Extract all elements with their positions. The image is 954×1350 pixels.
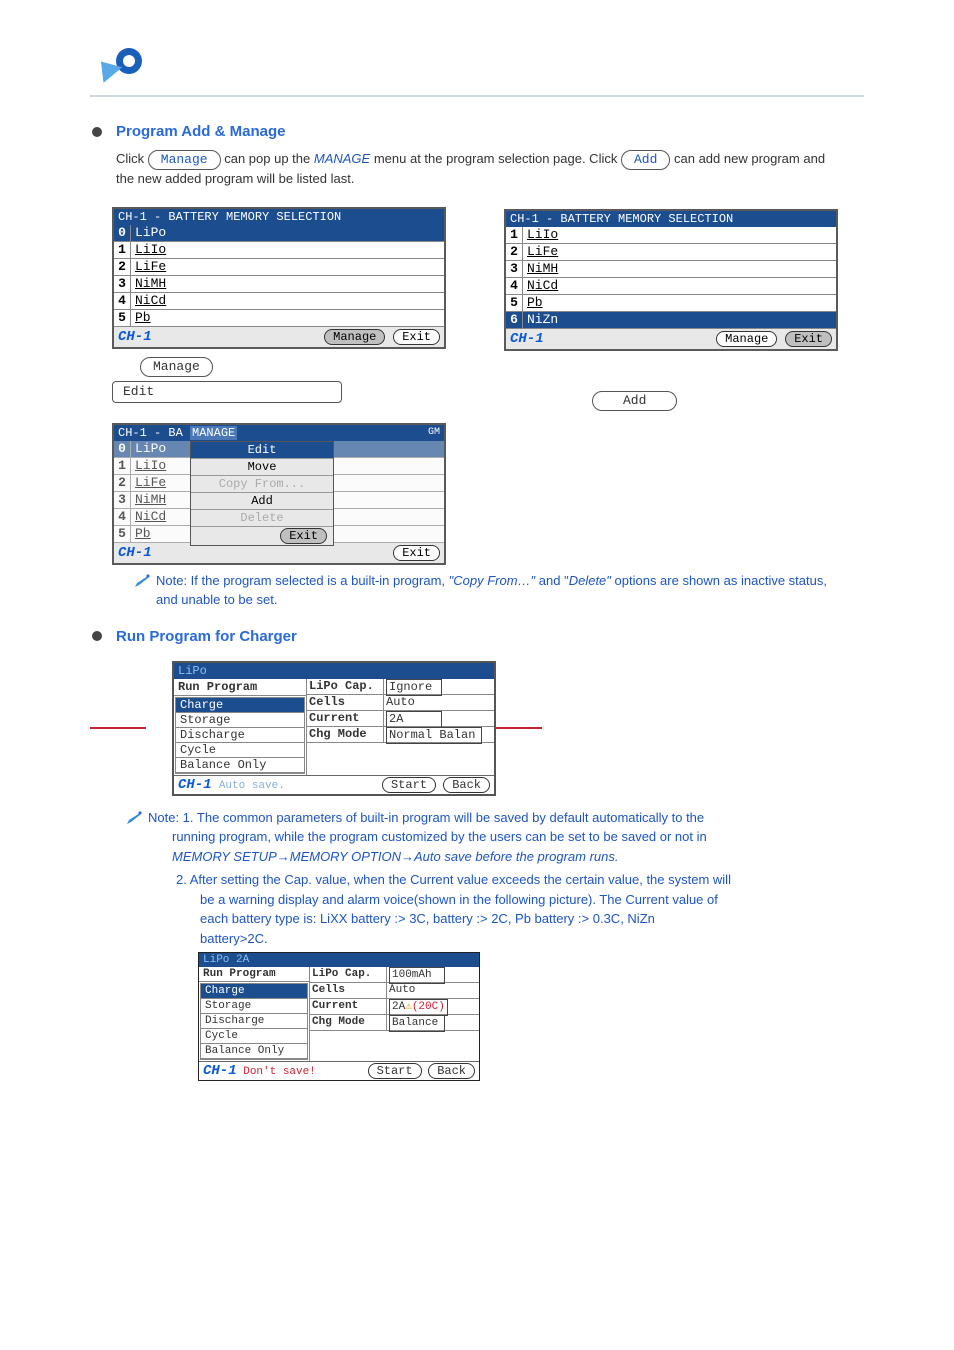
header-divider <box>90 95 864 97</box>
note-paragraph-2: 2. After setting the Cap. value, when th… <box>176 870 864 948</box>
auto-save-label: Auto save. <box>219 780 285 792</box>
list-item[interactable]: Pb <box>131 310 444 326</box>
list-item[interactable]: NiCd <box>523 278 836 294</box>
add-pill: Add <box>592 391 677 411</box>
manage-pill: Manage <box>140 357 213 377</box>
callout-line-left <box>90 727 146 729</box>
note-text: Note: 1. The common parameters of built-… <box>148 808 834 867</box>
menu-add[interactable]: Add <box>191 493 333 510</box>
menu-exit-button[interactable]: Exit <box>280 528 327 544</box>
app-logo <box>90 40 864 89</box>
back-button[interactable]: Back <box>443 777 490 793</box>
section-intro: Click Manage can pop up the MANAGE menu … <box>116 150 864 189</box>
window-title: LiPo <box>174 663 494 679</box>
start-button[interactable]: Start <box>368 1063 422 1079</box>
window-title: LiPo 2A <box>199 953 479 967</box>
cap-field[interactable]: 100mAh <box>389 967 445 984</box>
manage-button[interactable]: Manage <box>324 329 385 345</box>
exit-button[interactable]: Exit <box>393 329 440 345</box>
run-program-warning-screenshot: LiPo 2A Run Program Charge Storage Disch… <box>198 952 480 1081</box>
current-field[interactable]: 2A⚠(20C) <box>389 999 448 1016</box>
list-item[interactable]: LiPo <box>131 225 444 241</box>
channel-label: CH-1 <box>178 777 212 793</box>
battery-memory-selection-1: CH-1 - BATTERY MEMORY SELECTION 0LiPo 1L… <box>112 207 446 349</box>
channel-label: CH-1 <box>203 1063 237 1079</box>
cells-field[interactable]: Auto <box>384 695 494 710</box>
chg-mode-field[interactable]: Normal Balan <box>386 727 482 744</box>
mode-charge[interactable]: Charge <box>201 984 307 999</box>
section-title: Run Program for Charger <box>116 628 297 645</box>
menu-move[interactable]: Move <box>191 459 333 476</box>
cells-field[interactable]: Auto <box>387 983 479 998</box>
channel-label: CH-1 <box>510 331 544 347</box>
note-text: Note: If the program selected is a built… <box>156 571 834 610</box>
menu-delete: Delete <box>191 510 333 527</box>
edit-pill: Edit <box>112 381 342 403</box>
manage-menu: Edit Move Copy From... Add Delete Exit <box>190 441 334 546</box>
menu-edit[interactable]: Edit <box>191 442 333 459</box>
list-item[interactable]: NiMH <box>523 261 836 277</box>
exit-button[interactable]: Exit <box>785 331 832 347</box>
list-item[interactable]: NiZn <box>523 312 836 328</box>
run-program-label: Run Program <box>174 679 306 696</box>
manage-button-ref: Manage <box>148 150 221 170</box>
list-item[interactable]: Pb <box>523 295 836 311</box>
bullet-icon <box>92 631 102 641</box>
list-item[interactable]: LiFe <box>523 244 836 260</box>
list-item[interactable]: LiIo <box>131 242 444 258</box>
mode-cycle[interactable]: Cycle <box>176 743 304 758</box>
note-icon <box>134 574 150 588</box>
mode-discharge[interactable]: Discharge <box>201 1014 307 1029</box>
manage-popup-screenshot: CH-1 - BA MANAGE GM 0LiPo 1LiIo 2LiFe 3N… <box>112 423 446 565</box>
chg-mode-field[interactable]: Balance <box>389 1015 445 1032</box>
current-field[interactable]: 2A <box>386 711 442 728</box>
channel-label: CH-1 <box>118 329 152 345</box>
mode-storage[interactable]: Storage <box>176 713 304 728</box>
callout-line-right <box>496 727 542 729</box>
run-program-screenshot: LiPo Run Program Charge Storage Discharg… <box>172 661 496 796</box>
warning-icon: ⚠ <box>405 1001 412 1013</box>
cap-field[interactable]: Ignore <box>386 679 442 696</box>
bullet-icon <box>92 127 102 137</box>
mode-storage[interactable]: Storage <box>201 999 307 1014</box>
list-item[interactable]: LiFe <box>131 259 444 275</box>
window-title: CH-1 - BATTERY MEMORY SELECTION <box>118 210 341 224</box>
run-program-label: Run Program <box>199 967 309 982</box>
window-title: CH-1 - BATTERY MEMORY SELECTION <box>510 212 733 226</box>
list-item[interactable]: NiCd <box>131 293 444 309</box>
exit-button[interactable]: Exit <box>393 545 440 561</box>
list-item[interactable]: LiIo <box>523 227 836 243</box>
menu-copy-from: Copy From... <box>191 476 333 493</box>
mode-balance-only[interactable]: Balance Only <box>201 1044 307 1059</box>
battery-memory-selection-2: CH-1 - BATTERY MEMORY SELECTION 1LiIo 2L… <box>504 209 838 351</box>
add-button-ref: Add <box>621 150 670 170</box>
back-button[interactable]: Back <box>428 1063 475 1079</box>
channel-label: CH-1 <box>118 545 152 561</box>
list-item[interactable]: NiMH <box>131 276 444 292</box>
dont-save-label: Don't save! <box>243 1066 316 1078</box>
mode-discharge[interactable]: Discharge <box>176 728 304 743</box>
section-title: Program Add & Manage <box>116 123 285 140</box>
note-icon <box>126 811 142 825</box>
mode-balance-only[interactable]: Balance Only <box>176 758 304 773</box>
manage-button[interactable]: Manage <box>716 331 777 347</box>
start-button[interactable]: Start <box>382 777 436 793</box>
mode-charge[interactable]: Charge <box>176 698 304 713</box>
mode-cycle[interactable]: Cycle <box>201 1029 307 1044</box>
